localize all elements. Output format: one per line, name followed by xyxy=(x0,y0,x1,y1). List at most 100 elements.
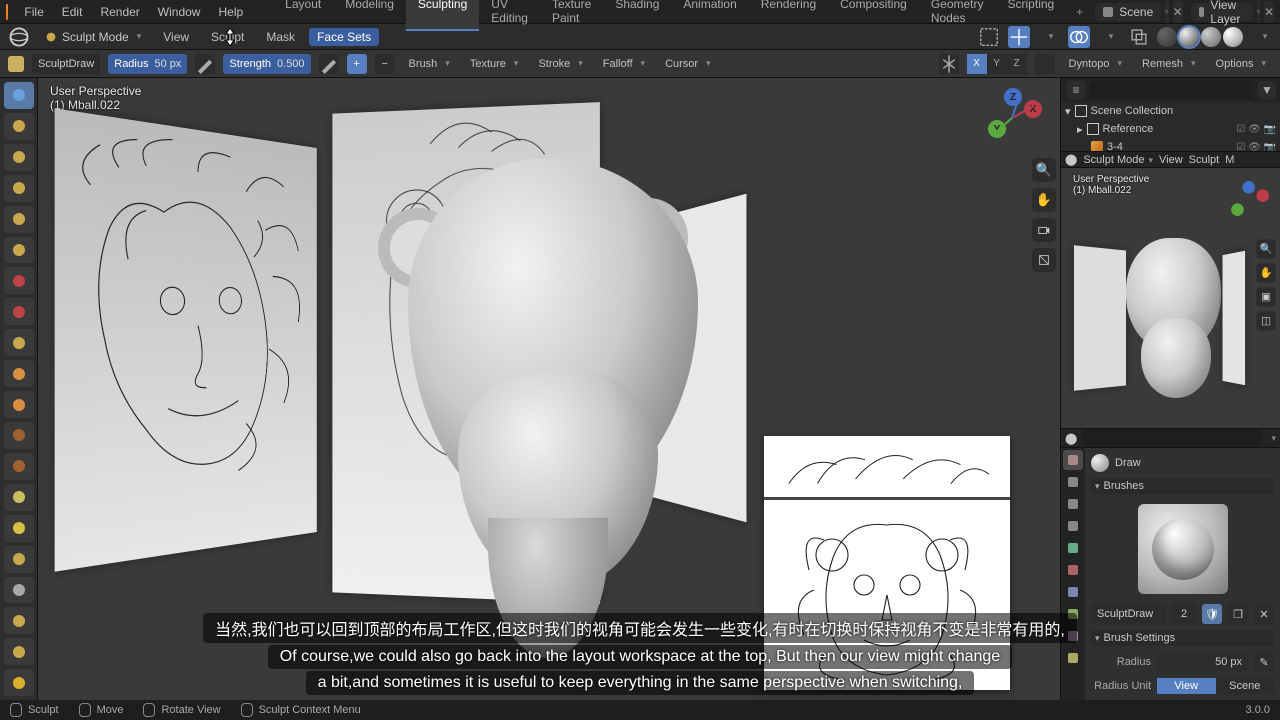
outliner-search[interactable] xyxy=(1089,81,1252,99)
workspace-tab-uv-editing[interactable]: UV Editing xyxy=(479,0,540,31)
outliner-row-3-4[interactable]: 3-4☑ 👁 📷 xyxy=(1061,138,1280,152)
sculpt-tool-5[interactable] xyxy=(4,237,34,264)
sculpt-tool-3[interactable] xyxy=(4,175,34,202)
props-tab-8[interactable] xyxy=(1063,626,1083,646)
symmetry-z-toggle[interactable]: Z xyxy=(1007,54,1027,74)
sculpt-tool-9[interactable] xyxy=(4,360,34,387)
sculpt-tool-13[interactable] xyxy=(4,484,34,511)
brushes-panel-header[interactable]: Brushes xyxy=(1091,478,1274,494)
sculpt-tool-18[interactable] xyxy=(4,638,34,665)
viewlayer-new-button[interactable] xyxy=(1257,1,1260,23)
outliner[interactable]: ≡ ▼ ▾Scene Collection ▸ Reference☑ 👁 📷3-… xyxy=(1061,78,1280,152)
zoom-icon-sec[interactable]: 🔍 xyxy=(1256,239,1275,258)
props-tab-1[interactable] xyxy=(1063,472,1083,492)
symmetry-options-icon[interactable] xyxy=(1035,54,1055,74)
shade-wireframe-icon[interactable] xyxy=(1157,27,1177,47)
editor2-view-menu[interactable]: View xyxy=(1159,154,1183,166)
pan-icon-sec[interactable]: ✋ xyxy=(1256,263,1275,282)
sculpt-tool-16[interactable] xyxy=(4,577,34,604)
radius-unit-view[interactable]: View xyxy=(1157,678,1216,694)
props-search[interactable] xyxy=(1083,429,1261,447)
nav-gizmo[interactable]: X Y Z xyxy=(982,88,1042,148)
strength-pressure-toggle[interactable] xyxy=(319,54,339,74)
scene-delete-button[interactable]: ✕ xyxy=(1173,1,1183,23)
zoom-icon[interactable]: 🔍 xyxy=(1032,158,1056,182)
sculpt-tool-8[interactable] xyxy=(4,329,34,356)
radius-pressure-toggle[interactable] xyxy=(195,54,215,74)
brush-unlink[interactable]: ✕ xyxy=(1254,604,1274,624)
nav-gizmo-secondary[interactable] xyxy=(1227,181,1269,223)
cursor-dropdown[interactable]: Cursor xyxy=(659,56,717,72)
workspace-tab-compositing[interactable]: Compositing xyxy=(828,0,919,31)
menu-edit[interactable]: Edit xyxy=(54,2,91,22)
scene-selector[interactable]: Scene xyxy=(1095,3,1161,21)
outliner-row-Reference[interactable]: ▸ Reference☑ 👁 📷 xyxy=(1061,120,1280,138)
sculpt-tool-14[interactable] xyxy=(4,515,34,542)
symmetry-y-toggle[interactable]: Y xyxy=(987,54,1007,74)
viewlayer-delete-button[interactable]: ✕ xyxy=(1264,1,1274,23)
sculpt-tool-6[interactable] xyxy=(4,267,34,294)
shade-matpreview-icon[interactable] xyxy=(1201,27,1221,47)
pan-icon[interactable]: ✋ xyxy=(1032,188,1056,212)
sculpt-tool-11[interactable] xyxy=(4,422,34,449)
reference-image-panel[interactable] xyxy=(764,436,1010,690)
sculpt-tool-0[interactable] xyxy=(4,82,34,109)
radius-slider[interactable]: Radius50 px xyxy=(108,54,187,74)
menu-window[interactable]: Window xyxy=(150,2,209,22)
props-tab-0[interactable] xyxy=(1063,450,1083,470)
brush-fake-user[interactable]: 🛡 xyxy=(1202,604,1222,624)
tool-name-field[interactable]: SculptDraw xyxy=(32,54,100,74)
mask-menu[interactable]: Mask xyxy=(258,28,303,46)
props-tab-7[interactable] xyxy=(1063,604,1083,624)
gizmo-dropdown[interactable] xyxy=(1038,26,1060,48)
persp-ortho-icon[interactable] xyxy=(1032,248,1056,272)
props-tab-2[interactable] xyxy=(1063,494,1083,514)
options-dropdown[interactable]: Options xyxy=(1210,56,1272,72)
strength-slider[interactable]: Strength0.500 xyxy=(223,54,310,74)
workspace-tab-rendering[interactable]: Rendering xyxy=(749,0,828,31)
mode-selector[interactable]: Sculpt Mode xyxy=(36,28,149,46)
props-type-icon[interactable]: ⬤ xyxy=(1065,432,1077,445)
sculpt-tool-7[interactable] xyxy=(4,298,34,325)
sculpt-tool-10[interactable] xyxy=(4,391,34,418)
overlays-toggle-icon[interactable] xyxy=(1068,26,1090,48)
viewlayer-selector[interactable]: View Layer xyxy=(1191,3,1253,21)
workspace-add[interactable]: + xyxy=(1068,2,1091,22)
direction-add-toggle[interactable]: + xyxy=(347,54,367,74)
sculpt-tool-17[interactable] xyxy=(4,607,34,634)
props-options[interactable] xyxy=(1267,432,1276,444)
brush-dropdown[interactable]: Brush xyxy=(403,56,456,72)
overlays-dropdown[interactable] xyxy=(1098,26,1120,48)
editor-type-selector[interactable] xyxy=(8,26,30,48)
brush-thumbnail[interactable] xyxy=(1138,504,1228,594)
outliner-row-scene-collection[interactable]: ▾Scene Collection xyxy=(1061,102,1280,120)
active-brush-row[interactable]: Draw xyxy=(1091,454,1274,472)
workspace-tab-texture-paint[interactable]: Texture Paint xyxy=(540,0,603,31)
workspace-tab-animation[interactable]: Animation xyxy=(671,0,748,31)
menu-help[interactable]: Help xyxy=(210,2,251,22)
menu-file[interactable]: File xyxy=(16,2,51,22)
editor2-type-icon[interactable]: ⬤ xyxy=(1065,153,1077,166)
shade-solid-icon[interactable] xyxy=(1179,27,1199,47)
radius-pressure-prop[interactable]: ✎ xyxy=(1254,652,1274,672)
brush-name-field[interactable]: SculptDraw xyxy=(1091,604,1166,624)
menu-render[interactable]: Render xyxy=(92,2,147,22)
persp-icon-sec[interactable]: ◫ xyxy=(1256,311,1275,330)
remesh-dropdown[interactable]: Remesh xyxy=(1136,56,1202,72)
props-tab-5[interactable] xyxy=(1063,560,1083,580)
workspace-tab-modeling[interactable]: Modeling xyxy=(333,0,406,31)
outliner-type-icon[interactable]: ≡ xyxy=(1067,81,1085,99)
texture-dropdown[interactable]: Texture xyxy=(464,56,525,72)
viewport-3d-secondary[interactable]: User Perspective(1) Mball.022 🔍 ✋ ▣ xyxy=(1061,168,1280,428)
props-tab-3[interactable] xyxy=(1063,516,1083,536)
props-tab-9[interactable] xyxy=(1063,648,1083,668)
radius-slider-prop[interactable]: 50 px xyxy=(1157,653,1248,671)
falloff-dropdown[interactable]: Falloff xyxy=(597,56,651,72)
brush-settings-panel-header[interactable]: Brush Settings xyxy=(1091,630,1274,646)
props-tab-6[interactable] xyxy=(1063,582,1083,602)
radius-unit-scene[interactable]: Scene xyxy=(1216,678,1275,694)
sculpt-tool-12[interactable] xyxy=(4,453,34,480)
dyntopo-dropdown[interactable]: Dyntopo xyxy=(1063,56,1129,72)
sculpt-tool-15[interactable] xyxy=(4,546,34,573)
direction-sub-toggle[interactable]: − xyxy=(375,54,395,74)
